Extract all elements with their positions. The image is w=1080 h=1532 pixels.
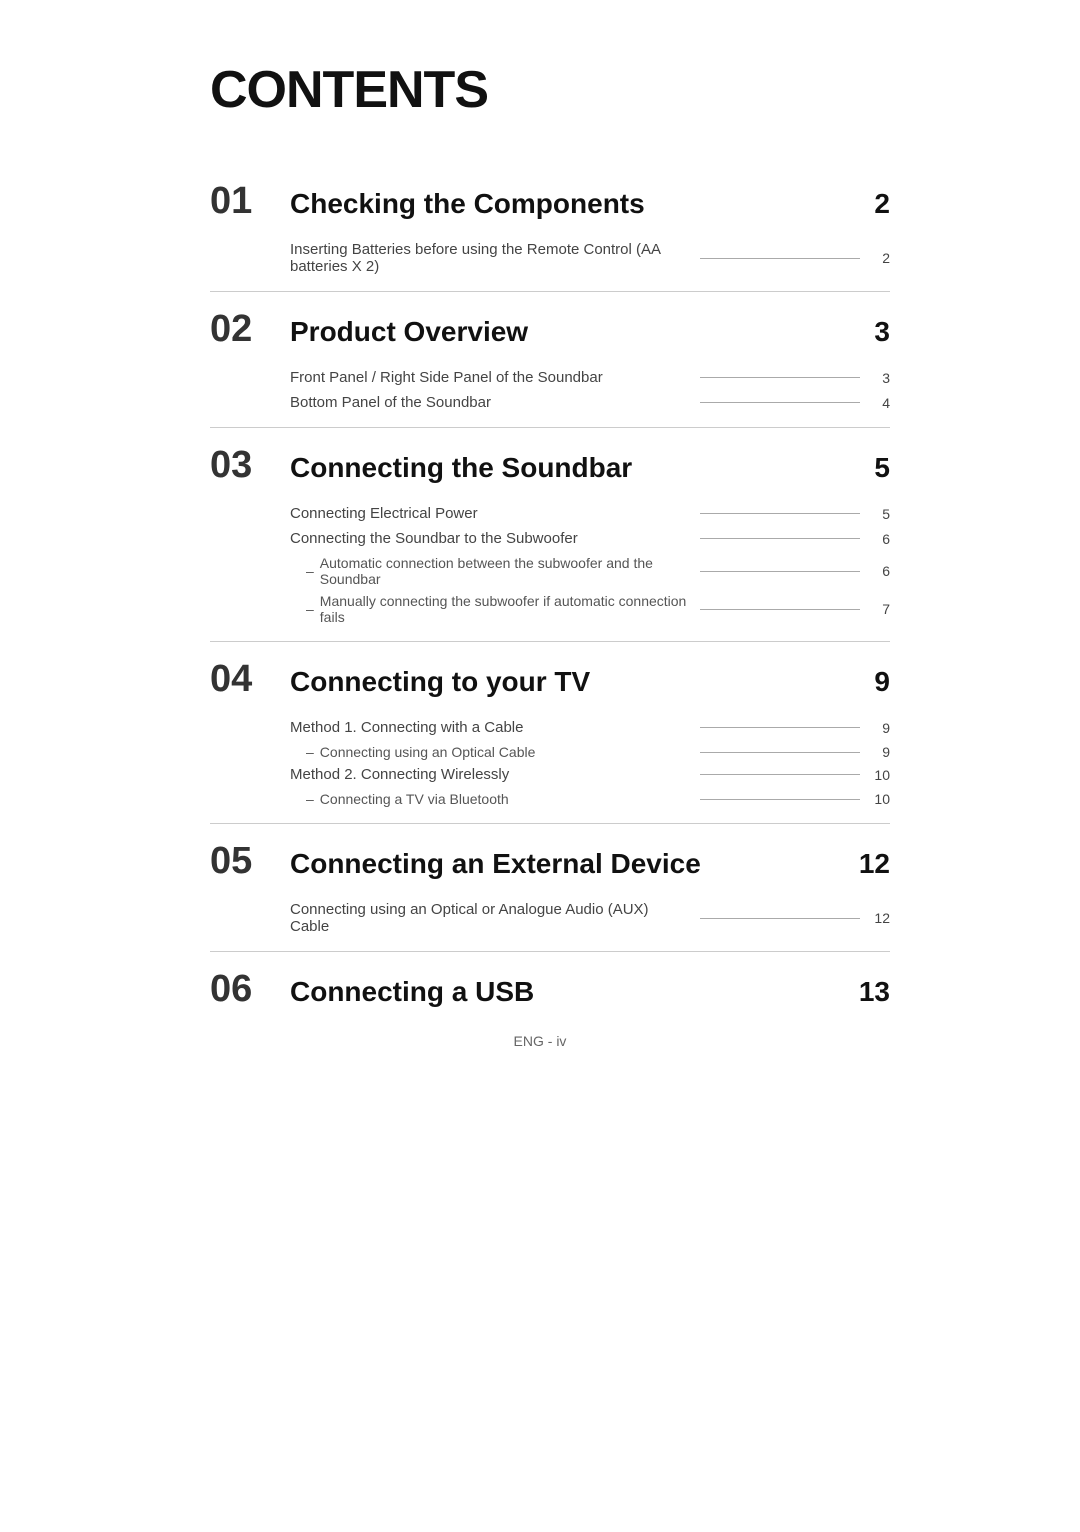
section-number-02: 02 [210,308,290,351]
toc-sub-item-text: Connecting using an Optical Cable [320,744,690,760]
toc-sub-item-text: Manually connecting the subwoofer if aut… [320,593,690,625]
toc-items-05: Connecting using an Optical or Analogue … [290,901,890,935]
section-number-03: 03 [210,444,290,487]
toc-item-page: 9 [870,744,890,760]
dash-line [700,377,860,378]
footer: ENG - iv [150,1033,930,1049]
toc-item-page: 6 [870,563,890,579]
sub-bullet-icon: – [306,791,314,807]
toc-item-page: 7 [870,601,890,617]
section-number-04: 04 [210,658,290,701]
list-item: Connecting Electrical Power 5 [290,505,890,522]
section-page-06: 13 [850,976,890,1008]
toc-item-text: Method 2. Connecting Wirelessly [290,766,690,783]
toc-section-01: 01Checking the Components2Inserting Batt… [210,170,890,275]
toc-item-page: 10 [870,791,890,807]
toc-item-text: Bottom Panel of the Soundbar [290,394,690,411]
section-page-02: 3 [850,316,890,348]
dash-line [700,918,860,919]
toc-item-text: Inserting Batteries before using the Rem… [290,241,690,275]
toc-section-03: 03Connecting the Soundbar5Connecting Ele… [210,427,890,625]
dash-line [700,258,860,259]
toc-item-page: 6 [870,531,890,547]
sub-bullet-icon: – [306,563,314,579]
section-header-06: 06Connecting a USB13 [210,951,890,1011]
dash-line [700,752,860,753]
toc-item-page: 10 [870,767,890,783]
list-item: Bottom Panel of the Soundbar 4 [290,394,890,411]
section-title-02: Product Overview [290,316,850,348]
toc-item-page: 12 [870,910,890,926]
toc-container: 01Checking the Components2Inserting Batt… [210,170,890,1011]
toc-sub-item-text: Automatic connection between the subwoof… [320,555,690,587]
section-title-04: Connecting to your TV [290,666,850,698]
list-item: Method 2. Connecting Wirelessly 10 [290,766,890,783]
section-page-05: 12 [850,848,890,880]
toc-sub-item-text: Connecting a TV via Bluetooth [320,791,690,807]
dash-line [700,538,860,539]
list-item: –Automatic connection between the subwoo… [290,555,890,587]
list-item: Connecting the Soundbar to the Subwoofer… [290,530,890,547]
dash-line [700,609,860,610]
toc-items-02: Front Panel / Right Side Panel of the So… [290,369,890,411]
list-item: –Manually connecting the subwoofer if au… [290,593,890,625]
toc-items-04: Method 1. Connecting with a Cable9–Conne… [290,719,890,807]
list-item: Inserting Batteries before using the Rem… [290,241,890,275]
section-header-01: 01Checking the Components2 [210,170,890,223]
sub-bullet-icon: – [306,601,314,617]
section-header-05: 05Connecting an External Device12 [210,823,890,883]
section-header-02: 02Product Overview3 [210,291,890,351]
toc-items-01: Inserting Batteries before using the Rem… [290,241,890,275]
toc-item-page: 9 [870,720,890,736]
toc-item-page: 2 [870,250,890,266]
toc-item-page: 4 [870,395,890,411]
toc-section-05: 05Connecting an External Device12Connect… [210,823,890,935]
toc-item-page: 5 [870,506,890,522]
toc-section-02: 02Product Overview3Front Panel / Right S… [210,291,890,411]
toc-item-text: Front Panel / Right Side Panel of the So… [290,369,690,386]
section-number-06: 06 [210,968,290,1011]
section-number-05: 05 [210,840,290,883]
toc-item-text: Connecting Electrical Power [290,505,690,522]
toc-item-text: Method 1. Connecting with a Cable [290,719,690,736]
page-container: CONTENTS 01Checking the Components2Inser… [150,0,930,1089]
dash-line [700,799,860,800]
section-title-05: Connecting an External Device [290,848,850,880]
toc-items-03: Connecting Electrical Power 5 Connecting t… [290,505,890,625]
dash-line [700,571,860,572]
dash-line [700,402,860,403]
section-title-01: Checking the Components [290,188,850,220]
toc-item-text: Connecting using an Optical or Analogue … [290,901,690,935]
toc-item-page: 3 [870,370,890,386]
list-item: –Connecting a TV via Bluetooth 10 [290,791,890,807]
dash-line [700,774,860,775]
dash-line [700,727,860,728]
section-header-04: 04Connecting to your TV9 [210,641,890,701]
section-page-04: 9 [850,666,890,698]
list-item: Front Panel / Right Side Panel of the So… [290,369,890,386]
dash-line [700,513,860,514]
section-header-03: 03Connecting the Soundbar5 [210,427,890,487]
list-item: Method 1. Connecting with a Cable 9 [290,719,890,736]
sub-bullet-icon: – [306,744,314,760]
toc-section-06: 06Connecting a USB13 [210,951,890,1011]
section-page-03: 5 [850,452,890,484]
section-number-01: 01 [210,180,290,223]
section-title-03: Connecting the Soundbar [290,452,850,484]
list-item: Connecting using an Optical or Analogue … [290,901,890,935]
page-title: CONTENTS [210,60,890,120]
section-page-01: 2 [850,188,890,220]
toc-item-text: Connecting the Soundbar to the Subwoofer [290,530,690,547]
toc-section-04: 04Connecting to your TV9Method 1. Connec… [210,641,890,807]
list-item: –Connecting using an Optical Cable 9 [290,744,890,760]
section-title-06: Connecting a USB [290,976,850,1008]
